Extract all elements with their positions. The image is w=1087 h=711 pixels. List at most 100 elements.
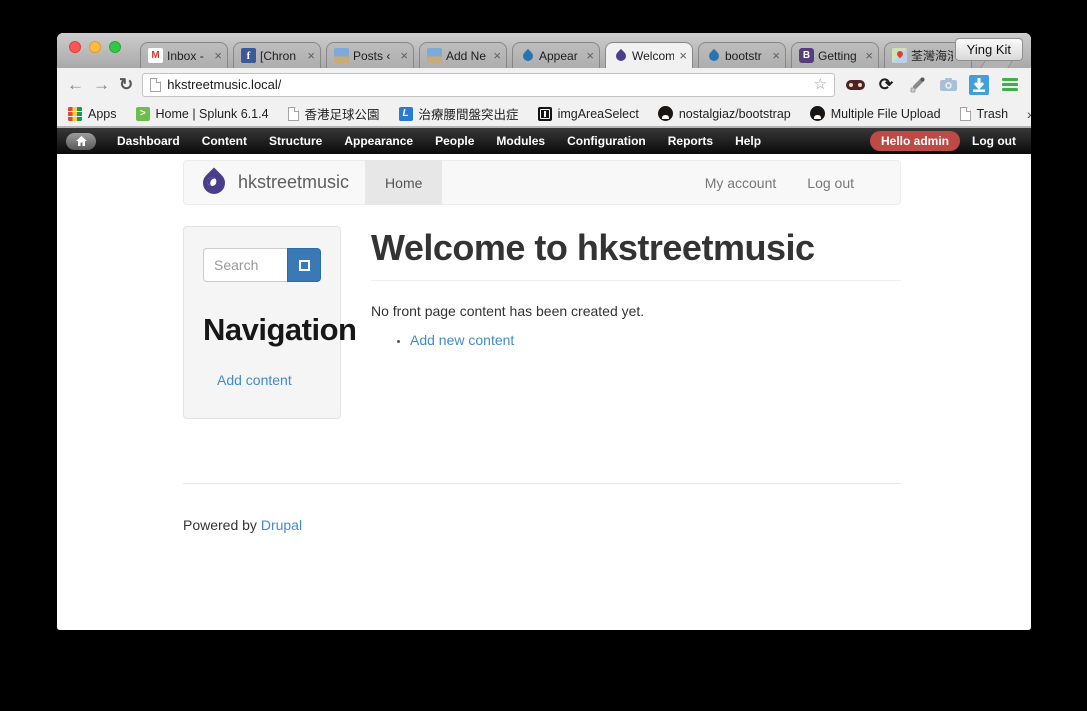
admin-menu-help[interactable]: Help (724, 134, 772, 148)
admin-menu-structure[interactable]: Structure (258, 134, 333, 148)
tab-close-icon[interactable]: × (492, 49, 502, 62)
back-icon[interactable]: ← (67, 76, 84, 93)
admin-logout-link[interactable]: Log out (972, 134, 1022, 148)
photo-icon (334, 48, 349, 63)
tab-add-new[interactable]: Add Ne × (419, 42, 507, 68)
tab-posts[interactable]: Posts ‹ × (326, 42, 414, 68)
minimize-window-button[interactable] (89, 41, 101, 53)
tab-getting-started[interactable]: B Getting × (791, 42, 879, 68)
bookmark-multi-upload[interactable]: Multiple File Upload (809, 106, 941, 121)
url-text[interactable]: hkstreetmusic.local/ (167, 77, 807, 92)
tab-label: [Chron (260, 48, 297, 63)
camera-extension-icon[interactable] (937, 74, 959, 96)
bookmark-football-park[interactable]: 香港足球公園 (287, 104, 380, 123)
admin-menu-people[interactable]: People (424, 134, 485, 148)
close-window-button[interactable] (69, 41, 81, 53)
page-icon (150, 77, 162, 92)
tab-bootstrap[interactable]: bootstr × (698, 42, 786, 68)
drupal-blue-icon (706, 48, 721, 63)
nav-item-home[interactable]: Home (365, 160, 443, 205)
hello-admin-badge[interactable]: Hello admin (870, 131, 961, 151)
eyedropper-extension-icon[interactable] (906, 74, 928, 96)
github-icon (657, 106, 673, 121)
admin-menu-reports[interactable]: Reports (657, 134, 724, 148)
search-input[interactable] (203, 248, 287, 282)
sidebar-menu: Add content (217, 372, 321, 390)
refresh-extension-icon[interactable]: ⟳ (875, 74, 897, 96)
zoom-window-button[interactable] (109, 41, 121, 53)
drupal-link[interactable]: Drupal (261, 517, 302, 533)
tab-inbox[interactable]: M Inbox - × (140, 42, 228, 68)
imgarea-icon (537, 106, 552, 121)
download-extension-icon[interactable] (968, 74, 990, 96)
mask-extension-icon[interactable] (844, 74, 866, 96)
bookmarks-bar: Apps > Home | Splunk 6.1.4 香港足球公園 L 治療腰間… (57, 101, 1031, 128)
tab-close-icon[interactable]: × (771, 49, 781, 62)
admin-menu-appearance[interactable]: Appearance (333, 134, 424, 148)
bookmark-label: Home | Splunk 6.1.4 (155, 106, 269, 121)
admin-menu-modules[interactable]: Modules (485, 134, 556, 148)
site-brand[interactable]: hkstreetmusic (184, 166, 349, 199)
admin-menu-dashboard[interactable]: Dashboard (106, 134, 191, 148)
bookmarks-overflow-icon[interactable]: » (1027, 106, 1031, 122)
add-content-link[interactable]: Add content (217, 372, 292, 388)
forward-icon[interactable]: → (93, 76, 110, 93)
sidebar-well: Navigation Add content (183, 226, 357, 419)
empty-front-page-message: No front page content has been created y… (371, 303, 645, 319)
tab-label: bootstr (725, 48, 762, 63)
tab-close-icon[interactable]: × (213, 49, 223, 62)
drupal-logo-icon (198, 166, 230, 199)
bookmark-star-icon[interactable]: ☆ (814, 77, 827, 92)
my-account-link[interactable]: My account (705, 175, 777, 191)
tab-strip: M Inbox - × f [Chron × Posts ‹ × Add Ne … (140, 42, 1018, 68)
tab-facebook[interactable]: f [Chron × (233, 42, 321, 68)
bookmark-bootstrap-repo[interactable]: nostalgiaz/bootstrap (657, 106, 791, 121)
bookmark-trash[interactable]: Trash (959, 106, 1008, 121)
gmail-icon: M (148, 48, 163, 63)
tab-label: 荃灣海濱 (911, 49, 954, 63)
sidebar-heading: Navigation (203, 312, 357, 347)
profile-button[interactable]: Ying Kit (954, 38, 1023, 61)
admin-menu-content[interactable]: Content (191, 134, 258, 148)
admin-menu-configuration[interactable]: Configuration (556, 134, 657, 148)
header-user-links: My account Log out (705, 175, 900, 191)
tab-label: Getting (818, 48, 857, 63)
apps-grid-icon (68, 106, 82, 121)
page-viewport: hkstreetmusic Home My account Log out Se… (57, 154, 1031, 630)
bookmark-imgareaselect[interactable]: imgAreaSelect (537, 106, 639, 121)
tab-close-icon[interactable]: × (678, 49, 688, 62)
browser-toolbar: ← → ↻ hkstreetmusic.local/ ☆ ⟳ (57, 68, 1031, 101)
page-title: Welcome to hkstreetmusic (371, 226, 901, 281)
site-footer: Powered by Drupal (183, 517, 901, 533)
content-row: Navigation Add content Welcome to hkstre… (183, 226, 901, 419)
address-bar[interactable]: hkstreetmusic.local/ ☆ (142, 72, 835, 97)
tab-label: Appear (539, 48, 578, 63)
admin-home-button[interactable] (66, 132, 96, 150)
bootstrap-icon: B (799, 48, 814, 63)
tab-welcome-active[interactable]: Welcom × (605, 42, 693, 68)
bookmark-label: 香港足球公園 (304, 108, 380, 122)
tab-appearance[interactable]: Appear × (512, 42, 600, 68)
search-button[interactable] (287, 248, 321, 282)
bookmark-label: Multiple File Upload (830, 106, 941, 121)
tab-close-icon[interactable]: × (399, 49, 409, 62)
logout-link[interactable]: Log out (807, 175, 854, 191)
bookmark-label: nostalgiaz/bootstrap (678, 106, 791, 121)
bookmark-apps[interactable]: Apps (68, 106, 117, 121)
tab-label: Posts ‹ (353, 48, 391, 63)
footer-divider (183, 483, 901, 484)
list-item: Add new content (410, 332, 901, 348)
reload-icon[interactable]: ↻ (119, 76, 133, 93)
add-new-content-link[interactable]: Add new content (410, 332, 514, 348)
site-name[interactable]: hkstreetmusic (238, 172, 349, 193)
powered-by-text: Powered by (183, 517, 261, 533)
tab-close-icon[interactable]: × (585, 49, 595, 62)
action-list: Add new content (371, 332, 901, 348)
bookmark-splunk[interactable]: > Home | Splunk 6.1.4 (135, 106, 269, 121)
bookmark-treatment[interactable]: L 治療腰間盤突出症 (398, 104, 519, 123)
page-container: hkstreetmusic Home My account Log out Se… (183, 160, 901, 533)
page-icon (959, 106, 971, 121)
tab-close-icon[interactable]: × (864, 49, 874, 62)
tab-close-icon[interactable]: × (306, 49, 316, 62)
chrome-menu-icon[interactable] (999, 74, 1021, 96)
